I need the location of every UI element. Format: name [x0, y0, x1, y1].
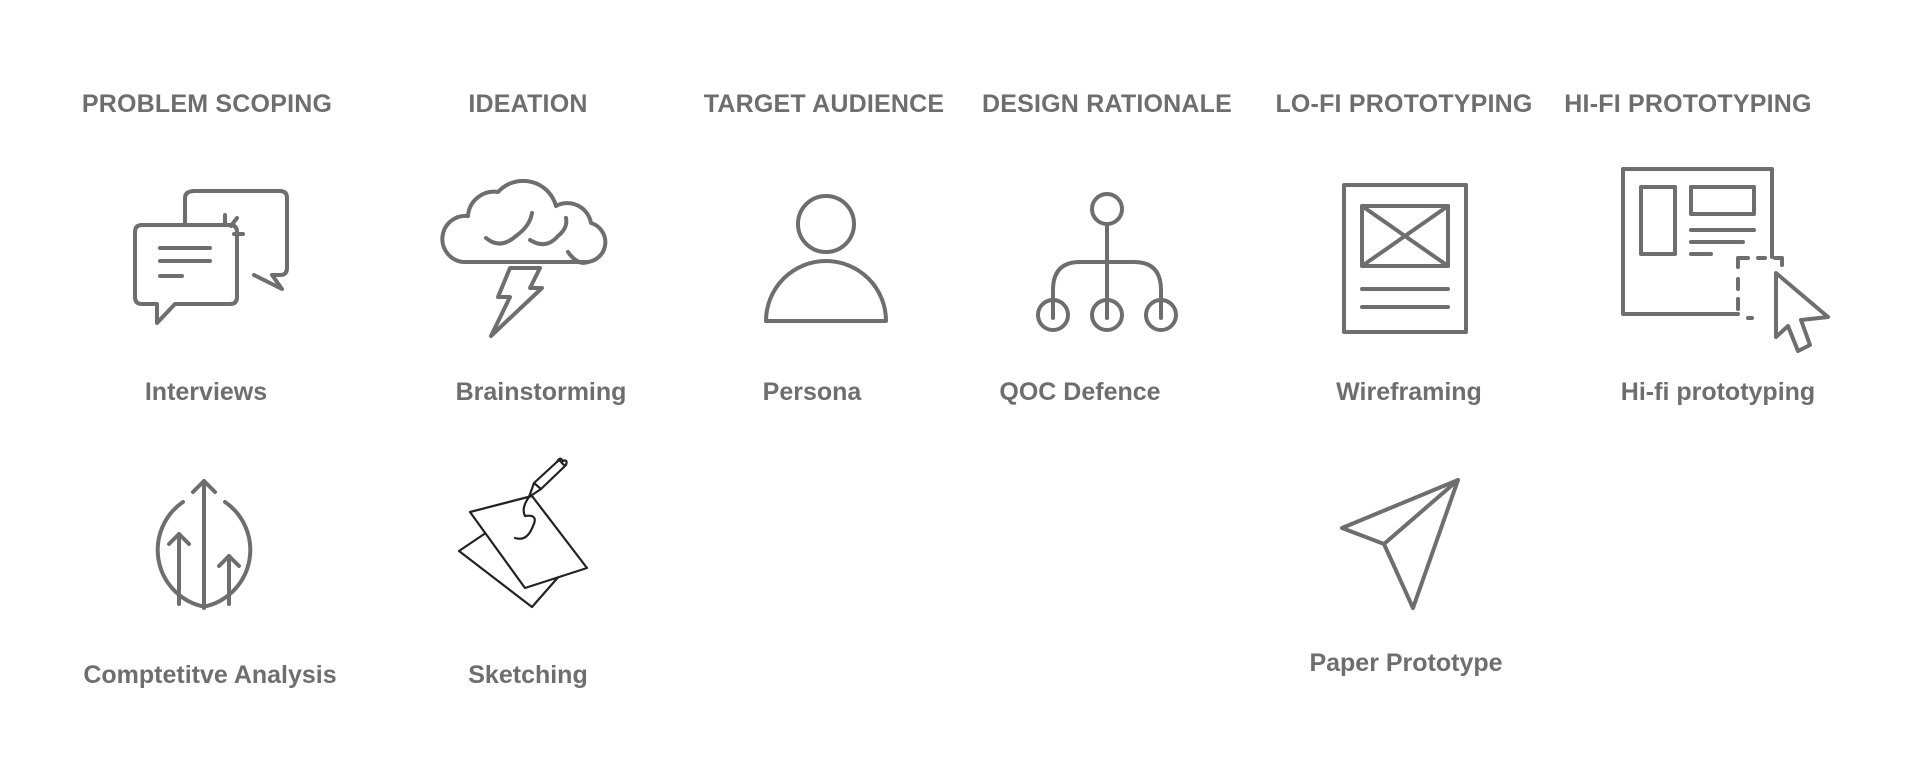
wireframe-page-icon: [1342, 183, 1468, 334]
growth-arrows-icon: [155, 479, 253, 610]
paper-plane-icon: [1340, 478, 1460, 610]
heading-hifi-prototyping: HI-FI PROTOTYPING: [1564, 90, 1812, 118]
heading-target-audience: TARGET AUDIENCE: [703, 90, 945, 118]
label-sketching: Sketching: [468, 661, 588, 689]
storm-cloud-icon: [440, 178, 608, 338]
speech-bubbles-icon: [133, 189, 289, 325]
label-persona: Persona: [762, 378, 862, 406]
label-hifi-prototyping: Hi-fi prototyping: [1620, 378, 1816, 406]
label-competitive-analysis: Comptetitve Analysis: [83, 661, 337, 689]
pencil-sketch-icon: [457, 457, 589, 609]
heading-problem-scoping: PROBLEM SCOPING: [81, 90, 333, 118]
heading-ideation: IDEATION: [468, 90, 588, 118]
person-icon: [764, 194, 888, 323]
heading-lofi-prototyping: LO-FI PROTOTYPING: [1275, 90, 1533, 118]
heading-design-rationale: DESIGN RATIONALE: [982, 90, 1232, 118]
label-qoc-defence: QOC Defence: [999, 378, 1161, 406]
hierarchy-tree-icon: [1036, 192, 1178, 332]
layout-cursor-icon: [1621, 167, 1830, 353]
label-wireframing: Wireframing: [1336, 378, 1482, 406]
label-brainstorming: Brainstorming: [455, 378, 627, 406]
label-interviews: Interviews: [144, 378, 268, 406]
label-paper-prototype: Paper Prototype: [1309, 649, 1503, 677]
